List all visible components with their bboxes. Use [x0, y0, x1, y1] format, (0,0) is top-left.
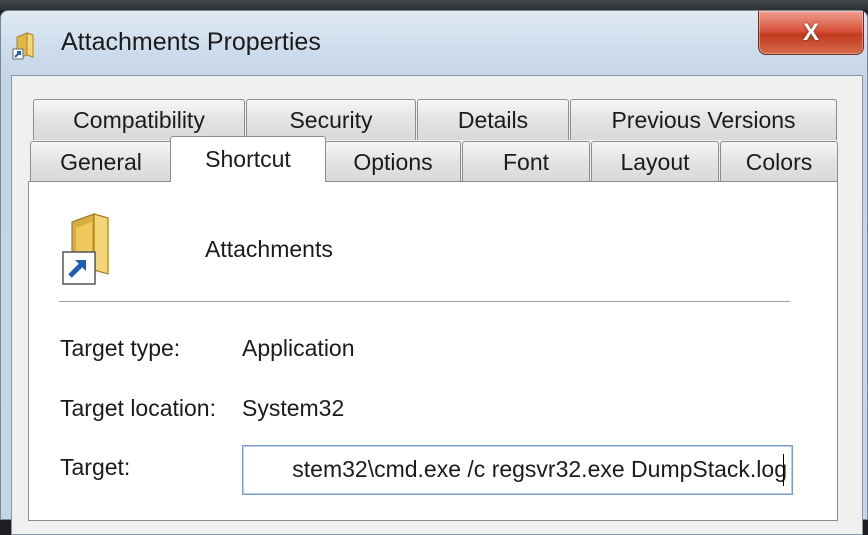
- shortcut-tab-panel: Attachments Target type: Application Tar…: [28, 181, 838, 521]
- target-input[interactable]: stem32\cmd.exe /c regsvr32.exe DumpStack…: [242, 445, 793, 495]
- title-bar[interactable]: Attachments Properties X: [1, 11, 867, 75]
- target-label: Target:: [60, 454, 131, 480]
- divider: [59, 301, 790, 303]
- close-icon: X: [802, 18, 819, 46]
- folder-shortcut-icon: [62, 212, 124, 286]
- text-caret: [783, 454, 784, 486]
- window-title: Attachments Properties: [61, 28, 321, 56]
- tab-layout[interactable]: Layout: [591, 141, 719, 182]
- tab-colors[interactable]: Colors: [720, 141, 838, 182]
- tab-general[interactable]: General: [30, 141, 172, 182]
- shortcut-name: Attachments: [205, 236, 333, 262]
- tab-options[interactable]: Options: [325, 141, 461, 182]
- folder-icon: [11, 31, 39, 61]
- tab-details[interactable]: Details: [417, 99, 569, 140]
- tab-compatibility[interactable]: Compatibility: [33, 99, 245, 140]
- target-type-label: Target type:: [60, 335, 181, 361]
- target-type-value: Application: [242, 335, 355, 361]
- tab-security[interactable]: Security: [246, 99, 416, 140]
- target-location-value: System32: [242, 395, 345, 421]
- background-strip: [0, 0, 868, 10]
- target-input-value: stem32\cmd.exe /c regsvr32.exe DumpStack…: [292, 456, 787, 482]
- target-location-label: Target location:: [60, 395, 216, 421]
- tab-font[interactable]: Font: [462, 141, 590, 182]
- close-button[interactable]: X: [758, 11, 864, 55]
- tab-previous-versions[interactable]: Previous Versions: [570, 99, 837, 140]
- tab-shortcut[interactable]: Shortcut: [170, 136, 326, 182]
